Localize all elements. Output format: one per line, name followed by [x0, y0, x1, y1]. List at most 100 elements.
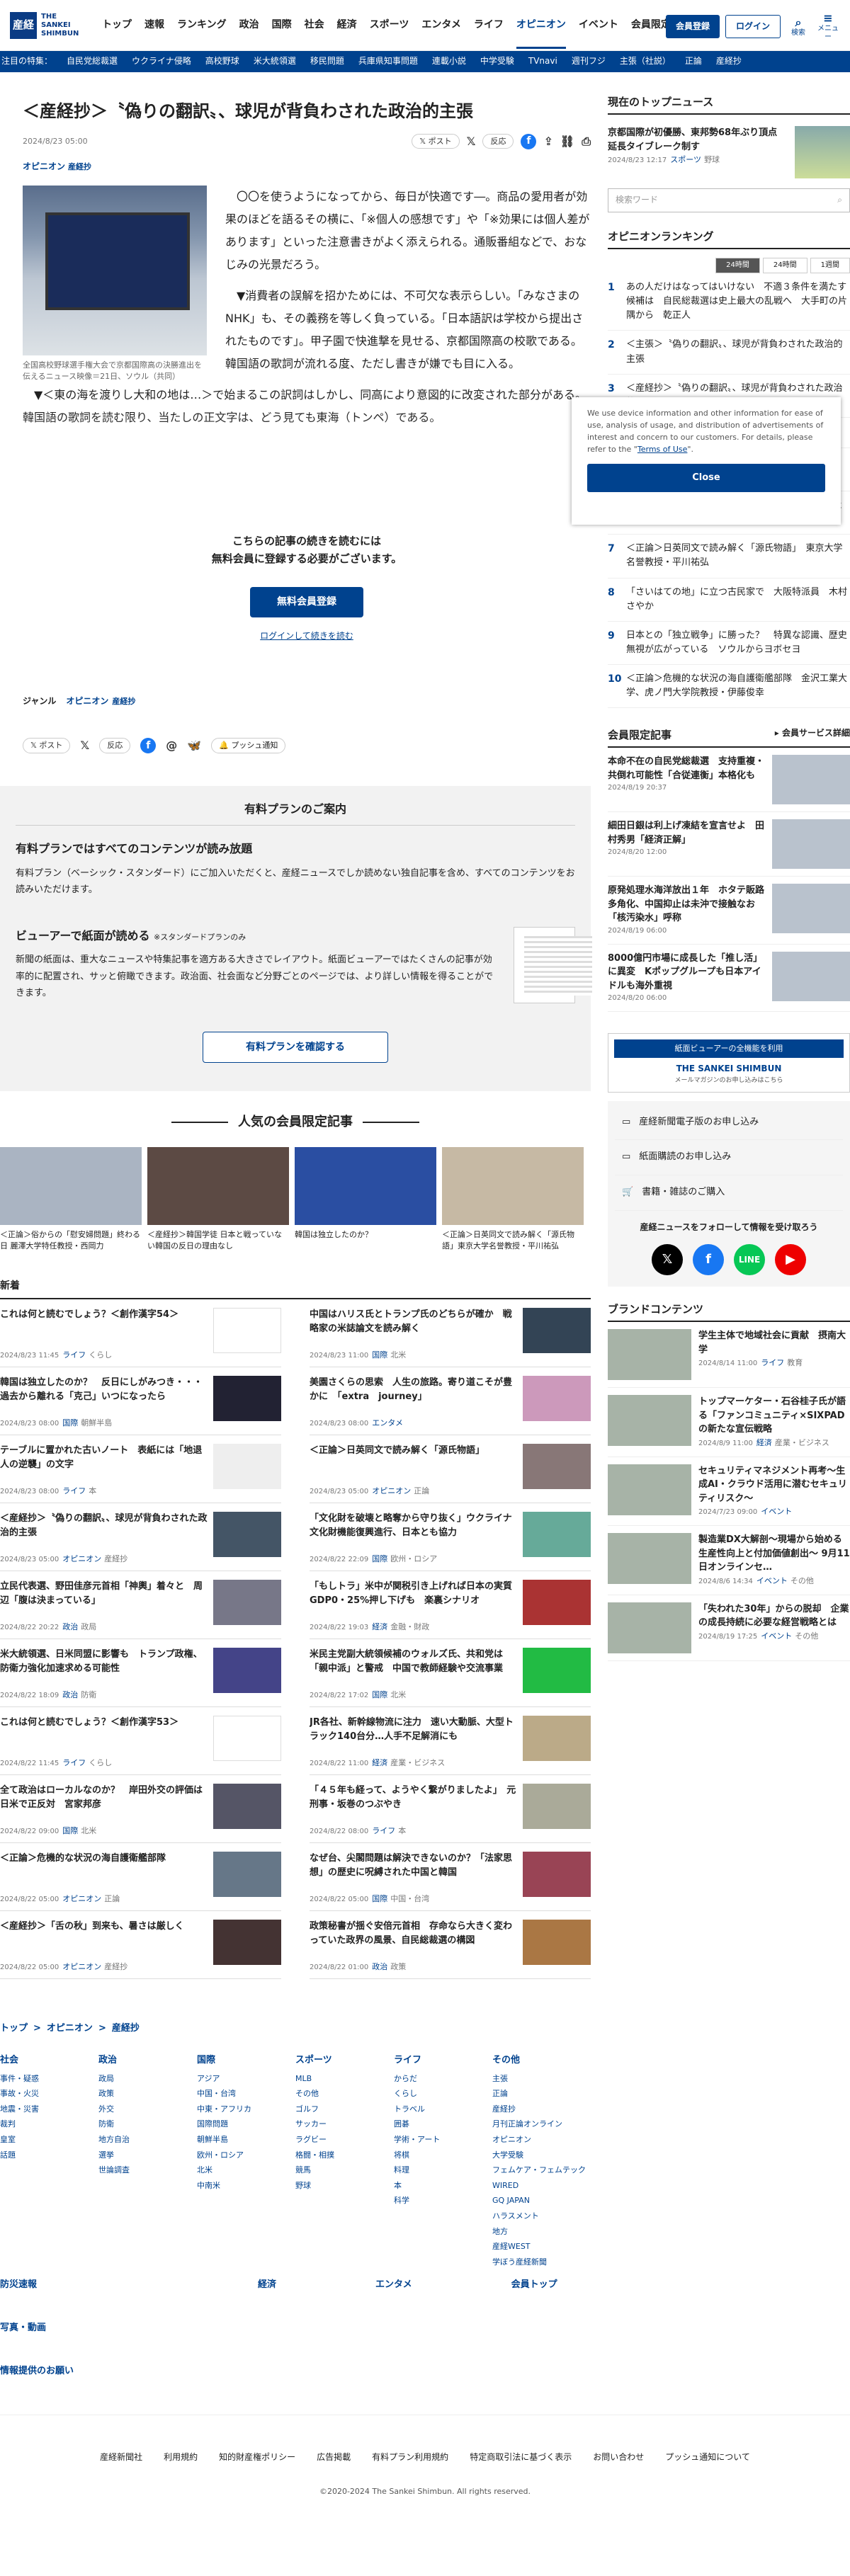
footer-section[interactable]: エンタメ [375, 2278, 412, 2293]
popular-item[interactable]: ＜正論＞日英同文で読み解く「源氏物語」東京大学名誉教授・平川祐弘 [442, 1146, 584, 1253]
news-item[interactable]: ＜産経抄＞「舌の秋」到来も、暑さは厳しく 2024/8/22 05:00 オピニオン… [0, 1911, 281, 1980]
article-subcategory[interactable]: 産経抄 [68, 162, 91, 171]
footer-bottom-link[interactable]: 知的財産権ポリシー [219, 2451, 295, 2464]
news-item[interactable]: 全て政治はローカルなのか？ 岸田外交の評価は日米で正反対 宮家邦彦 2024/8/… [0, 1775, 281, 1844]
topic-item[interactable]: 米大統領選 [254, 55, 296, 68]
article-category[interactable]: オピニオン [23, 161, 65, 171]
footer-link[interactable]: 地方自治 [98, 2133, 197, 2146]
share-icon[interactable]: ⇪ [543, 132, 552, 151]
x-post-button[interactable]: 𝕏 ポスト [23, 737, 71, 753]
topic-item[interactable]: 移民問題 [310, 55, 344, 68]
popular-item[interactable]: ＜産経抄＞韓国学徒 日本と戦っていない韓国の反日の理由なし [147, 1146, 289, 1253]
sankei-banner[interactable]: 紙面ビューアーの全機能を利用 THE SANKEI SHIMBUN メールマガジ… [608, 1033, 850, 1093]
footer-link[interactable]: 選挙 [98, 2149, 197, 2162]
facebook-icon[interactable]: f [140, 737, 157, 753]
tab-24h[interactable]: 24時間 [715, 258, 760, 273]
footer-link[interactable]: 競馬 [295, 2164, 394, 2177]
footer-bottom-link[interactable]: 広告掲載 [317, 2451, 351, 2464]
facebook-icon[interactable]: f [521, 133, 537, 149]
footer-col-heading[interactable]: その他 [492, 2053, 591, 2068]
topic-item[interactable]: ウクライナ侵略 [132, 55, 191, 68]
link-digital[interactable]: ▭ 産経新聞電子版のお申し込み [615, 1105, 843, 1141]
footer-link[interactable]: 将棋 [394, 2149, 492, 2162]
footer-link[interactable]: 正論 [492, 2087, 591, 2100]
member-service-link[interactable]: ▸ 会員サービス詳細 [775, 726, 850, 743]
topic-item[interactable]: TVnavi [528, 55, 557, 68]
footer-link[interactable]: 月刊正論オンライン [492, 2118, 591, 2131]
x-icon[interactable]: 𝕏 [652, 1244, 683, 1276]
ranking-item[interactable]: 7 ＜正論＞日英同文で読み解く「源氏物語」 東京大学名誉教授・平川祐弘 [608, 535, 850, 579]
link-paper[interactable]: ▭ 紙面購読のお申し込み [615, 1140, 843, 1176]
footer-link[interactable]: 国際問題 [197, 2118, 295, 2131]
free-register-button[interactable]: 無料会員登録 [250, 586, 363, 618]
nav-world[interactable]: 国際 [272, 1, 292, 48]
nav-event[interactable]: イベント [579, 1, 618, 48]
breadcrumb-item[interactable]: トップ [0, 2022, 28, 2036]
footer-link[interactable]: 学術・アート [394, 2133, 492, 2146]
footer-section[interactable]: 会員トップ [511, 2278, 557, 2293]
footer-link[interactable]: MLB [295, 2073, 394, 2085]
footer-link[interactable]: その他 [295, 2087, 394, 2100]
footer-bottom-link[interactable]: 特定商取引法に基づく表示 [470, 2451, 572, 2464]
topic-item[interactable]: 産経抄 [716, 55, 742, 68]
news-item[interactable]: JR各社、新幹線物流に注力 速い大動脈、大型トラック140台分…人手不足解消にも… [310, 1707, 591, 1776]
print-icon[interactable]: ⎙ [582, 132, 591, 151]
search-button[interactable]: ⌕ 検索 [786, 16, 810, 38]
top-news-item[interactable]: 京都国際が初優勝、東邦勢68年ぶり頂点 延長タイブレーク制す 2024/8/23… [608, 126, 850, 178]
news-item[interactable]: 美園さくらの思索 人生の旅路。寄り道こそが豊かに 「extra journey」… [310, 1367, 591, 1436]
footer-bottom-link[interactable]: プッシュ通知について [665, 2451, 750, 2464]
youtube-icon[interactable]: ▶ [775, 1244, 806, 1276]
footer-col-heading[interactable]: 政治 [98, 2053, 197, 2068]
nav-breaking[interactable]: 速報 [144, 1, 164, 48]
x-icon[interactable]: 𝕏 [467, 132, 476, 151]
brand-item[interactable]: トップマーケター・石谷桂子氏が語る「ファンコミュニティ×SIXPADの新たな宣伝… [608, 1388, 850, 1457]
footer-section[interactable]: 防災速報 [0, 2278, 74, 2293]
footer-link[interactable]: 朝鮮半島 [197, 2133, 295, 2146]
topic-item[interactable]: 正論 [685, 55, 702, 68]
footer-link[interactable]: 産経WEST [492, 2240, 591, 2253]
news-item[interactable]: 「文化財を破壊と略奪から守り抜く」ウクライナ文化財機能復興進行、日本とも協力 20… [310, 1503, 591, 1572]
nav-society[interactable]: 社会 [305, 1, 324, 48]
tab-24h-alt[interactable]: 24時間 [762, 258, 808, 273]
footer-link[interactable]: ラグビー [295, 2133, 394, 2146]
topic-item[interactable]: 自民党総裁選 [67, 55, 118, 68]
login-button[interactable]: ログイン [725, 15, 781, 39]
cookie-close-button[interactable]: Close [587, 464, 825, 493]
check-plan-button[interactable]: 有料プランを確認する [203, 1031, 388, 1063]
footer-link[interactable]: 北米 [197, 2164, 295, 2177]
news-item[interactable]: 米大統領選、日米同盟に影響も トランプ政権、防衛力強化加速求める可能性 2024/… [0, 1639, 281, 1708]
threads-icon[interactable]: @ [166, 736, 177, 755]
footer-link[interactable]: 裁判 [0, 2118, 98, 2131]
login-continue-link[interactable]: ログインして続きを読む [23, 629, 591, 643]
news-item[interactable]: ＜産経抄＞〝偽りの翻訳〟、球児が背負わされた政治的主張 2024/8/23 05:… [0, 1503, 281, 1572]
article-photo[interactable] [23, 185, 207, 355]
footer-section[interactable]: 写真・動画 [0, 2321, 74, 2336]
footer-link[interactable]: 地方 [492, 2225, 591, 2238]
topic-item[interactable]: 主張（社説） [620, 55, 671, 68]
news-item[interactable]: 米民主党副大統領候補のウォルズ氏、共和党は「親中派」と警戒 中国で教師経験や交流… [310, 1639, 591, 1708]
brand-item[interactable]: 製造業DX大解剖～現場から始める生産性向上と付加価値創出～ 9月11日オンライン… [608, 1526, 850, 1595]
footer-link[interactable]: アジア [197, 2073, 295, 2085]
ranking-item[interactable]: 2 ＜主張＞〝偽りの翻訳〟、球児が背負わされた政治的主張 [608, 331, 850, 375]
news-item[interactable]: ＜正論＞日英同文で読み解く「源氏物語」 2024/8/23 05:00 オピニオン正… [310, 1435, 591, 1504]
topic-item[interactable]: 高校野球 [205, 55, 239, 68]
footer-link[interactable]: 防衛 [98, 2118, 197, 2131]
footer-link[interactable]: ゴルフ [295, 2103, 394, 2116]
footer-link[interactable]: 大学受験 [492, 2149, 591, 2162]
footer-link[interactable]: 産経抄 [492, 2103, 591, 2116]
footer-link[interactable]: 主張 [492, 2073, 591, 2085]
footer-link[interactable]: からだ [394, 2073, 492, 2085]
brand-item[interactable]: 「失われた30年」からの脱却 企業の成長持続に必要な経営戦略とは 2024/8/1… [608, 1595, 850, 1661]
footer-bottom-link[interactable]: 有料プラン利用規約 [372, 2451, 448, 2464]
link-books[interactable]: 🛒 書籍・雑誌のご購入 [615, 1175, 843, 1211]
breadcrumb-item[interactable]: 産経抄 [112, 2022, 140, 2036]
search-icon[interactable]: ⌕ [837, 193, 842, 207]
news-item[interactable]: これは何と読むでしょう？＜創作漢字53＞ 2024/8/22 11:45 ライフ くら… [0, 1707, 281, 1776]
news-item[interactable]: 「４５年も経って、ようやく繋がりましたよ」 元刑事・坂巻のつぶやき 2024/8/… [310, 1775, 591, 1844]
genre-sub[interactable]: 産経抄 [112, 697, 135, 706]
news-item[interactable]: テーブルに置かれた古いノート 表紙には「地退人の逆襲」の文字 2024/8/23 … [0, 1435, 281, 1504]
site-logo[interactable]: 産経 THE SANKEI SHIMBUN [10, 11, 84, 39]
topic-item[interactable]: 中学受験 [480, 55, 514, 68]
news-item[interactable]: 政策秘書が揺ぐ安倍元首相 存命なら大きく変わっていた政界の風景、自民総裁選の構図… [310, 1911, 591, 1980]
ranking-item[interactable]: 8 「さいはての地」に立つ古民家で 大阪特派員 木村さやか [608, 579, 850, 622]
